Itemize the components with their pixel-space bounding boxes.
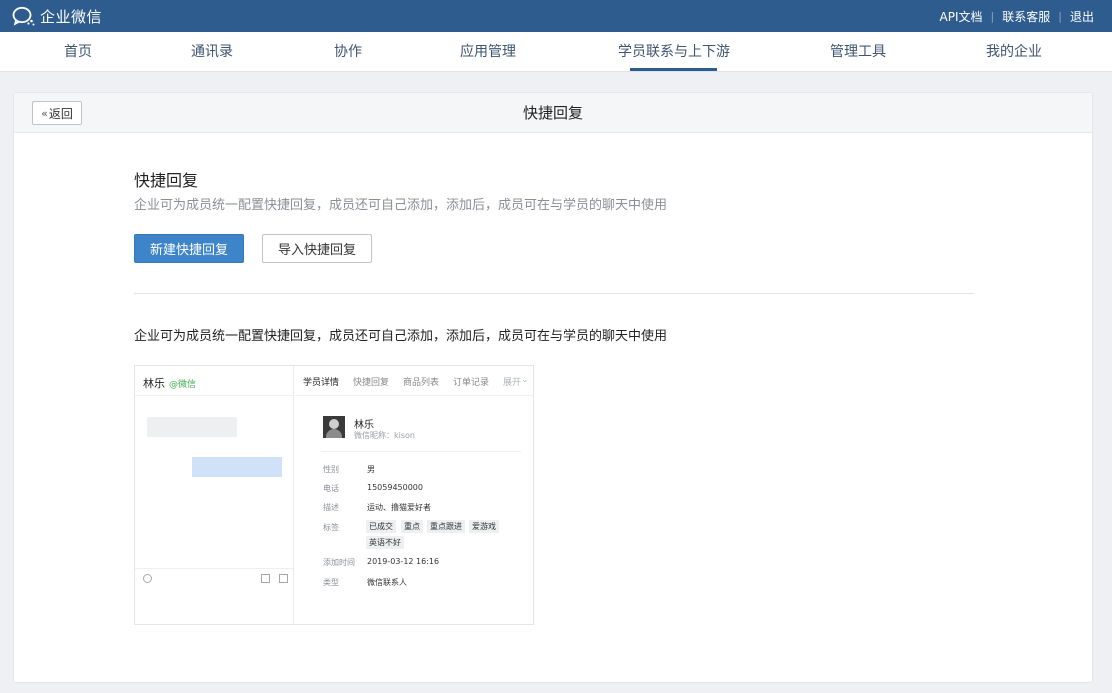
preview-message-incoming bbox=[147, 417, 237, 437]
preview-tab-order-records: 订单记录 bbox=[453, 378, 490, 388]
back-button[interactable]: « 返回 bbox=[32, 101, 82, 125]
section-divider bbox=[134, 293, 974, 294]
api-docs-link[interactable]: API文档 bbox=[940, 8, 983, 25]
preview-avatar bbox=[323, 416, 345, 438]
preview-chat-header: 林乐 @微信 bbox=[135, 366, 294, 396]
preview-image: 林乐 @微信 学员详情 快捷回复 商品列表 订单记录 展开 ⌄ 林乐 微信昵称：… bbox=[134, 365, 534, 625]
preview-chat-pane: 林乐 @微信 bbox=[135, 366, 294, 624]
nav-item-student-contact[interactable]: 学员联系与上下游 bbox=[602, 32, 746, 72]
preview-tab-student-detail: 学员详情 bbox=[303, 378, 340, 388]
nav-item-contacts[interactable]: 通讯录 bbox=[162, 32, 262, 72]
preview-profile-name: 林乐 bbox=[354, 420, 374, 431]
wecom-logo[interactable]: 企业微信 bbox=[12, 6, 102, 26]
panel-header: « 返回 快捷回复 bbox=[14, 93, 1092, 133]
preview-input-divider bbox=[135, 568, 294, 569]
preview-tag: 英语不好 bbox=[366, 536, 404, 549]
preview-gender-value: 男 bbox=[367, 465, 375, 474]
preview-phone-label: 电话 bbox=[323, 484, 339, 493]
file-icon bbox=[279, 574, 288, 583]
main-nav: 首页 通讯录 协作 应用管理 学员联系与上下游 管理工具 我的企业 bbox=[0, 32, 1112, 72]
preview-added-value: 2019-03-12 16:16 bbox=[367, 557, 440, 566]
nav-item-management-tools[interactable]: 管理工具 bbox=[808, 32, 908, 72]
chevron-down-icon: ⌄ bbox=[521, 375, 529, 385]
double-chevron-left-icon: « bbox=[41, 106, 48, 120]
link-separator: | bbox=[1058, 10, 1062, 23]
preview-tag: 重点跟进 bbox=[427, 520, 465, 533]
preview-tabs: 学员详情 快捷回复 商品列表 订单记录 展开 ⌄ bbox=[295, 366, 533, 396]
preview-tab-product-list: 商品列表 bbox=[403, 378, 440, 388]
back-button-label: 返回 bbox=[48, 106, 73, 121]
preview-desc-label: 描述 bbox=[323, 503, 339, 512]
main-panel: « 返回 快捷回复 快捷回复 企业可为成员统一配置快捷回复，成员还可自己添加，添… bbox=[13, 92, 1093, 683]
new-quick-reply-button[interactable]: 新建快捷回复 bbox=[134, 234, 244, 263]
preview-desc-value: 运动、撸猫爱好者 bbox=[367, 503, 431, 512]
preview-profile-divider bbox=[321, 451, 521, 452]
image-icon bbox=[261, 574, 270, 583]
preview-tags-label: 标签 bbox=[323, 523, 339, 532]
preview-tab-expand: 展开 bbox=[503, 378, 522, 388]
contact-support-link[interactable]: 联系客服 bbox=[1002, 8, 1050, 25]
preview-tag: 已成交 bbox=[366, 520, 396, 533]
preview-message-outgoing bbox=[192, 457, 282, 477]
nav-item-my-enterprise[interactable]: 我的企业 bbox=[964, 32, 1064, 72]
preview-profile-nick: 微信昵称：kison bbox=[354, 431, 415, 440]
logout-link[interactable]: 退出 bbox=[1070, 8, 1094, 25]
preview-type-label: 类型 bbox=[323, 578, 339, 587]
section-title: 快捷回复 bbox=[134, 171, 199, 190]
top-links: API文档 | 联系客服 | 退出 bbox=[940, 8, 1094, 25]
import-quick-reply-button[interactable]: 导入快捷回复 bbox=[262, 234, 372, 263]
preview-type-value: 微信联系人 bbox=[367, 578, 407, 587]
preview-chat-source: @微信 bbox=[169, 380, 197, 390]
preview-chat-name: 林乐 bbox=[143, 377, 165, 390]
preview-added-label: 添加时间 bbox=[323, 558, 355, 567]
section-description: 企业可为成员统一配置快捷回复，成员还可自己添加，添加后，成员可在与学员的聊天中使… bbox=[134, 198, 668, 213]
nav-item-home[interactable]: 首页 bbox=[38, 32, 118, 72]
nav-active-indicator bbox=[630, 68, 717, 71]
top-bar: 企业微信 API文档 | 联系客服 | 退出 bbox=[0, 0, 1112, 32]
nav-item-collaboration[interactable]: 协作 bbox=[308, 32, 388, 72]
logo-text: 企业微信 bbox=[40, 7, 103, 26]
emoji-icon bbox=[143, 574, 152, 583]
preview-tab-quick-reply: 快捷回复 bbox=[353, 378, 390, 388]
panel-title: 快捷回复 bbox=[522, 104, 583, 122]
nav-item-app-management[interactable]: 应用管理 bbox=[438, 32, 538, 72]
wecom-logo-icon bbox=[12, 6, 35, 26]
preview-phone-value: 15059450000 bbox=[367, 483, 423, 492]
preview-gender-label: 性别 bbox=[323, 465, 339, 474]
preview-description: 企业可为成员统一配置快捷回复，成员还可自己添加，添加后，成员可在与学员的聊天中使… bbox=[134, 329, 668, 344]
preview-tag: 爱游戏 bbox=[469, 520, 499, 533]
link-separator: | bbox=[990, 10, 995, 23]
preview-tag: 重点 bbox=[401, 520, 423, 533]
